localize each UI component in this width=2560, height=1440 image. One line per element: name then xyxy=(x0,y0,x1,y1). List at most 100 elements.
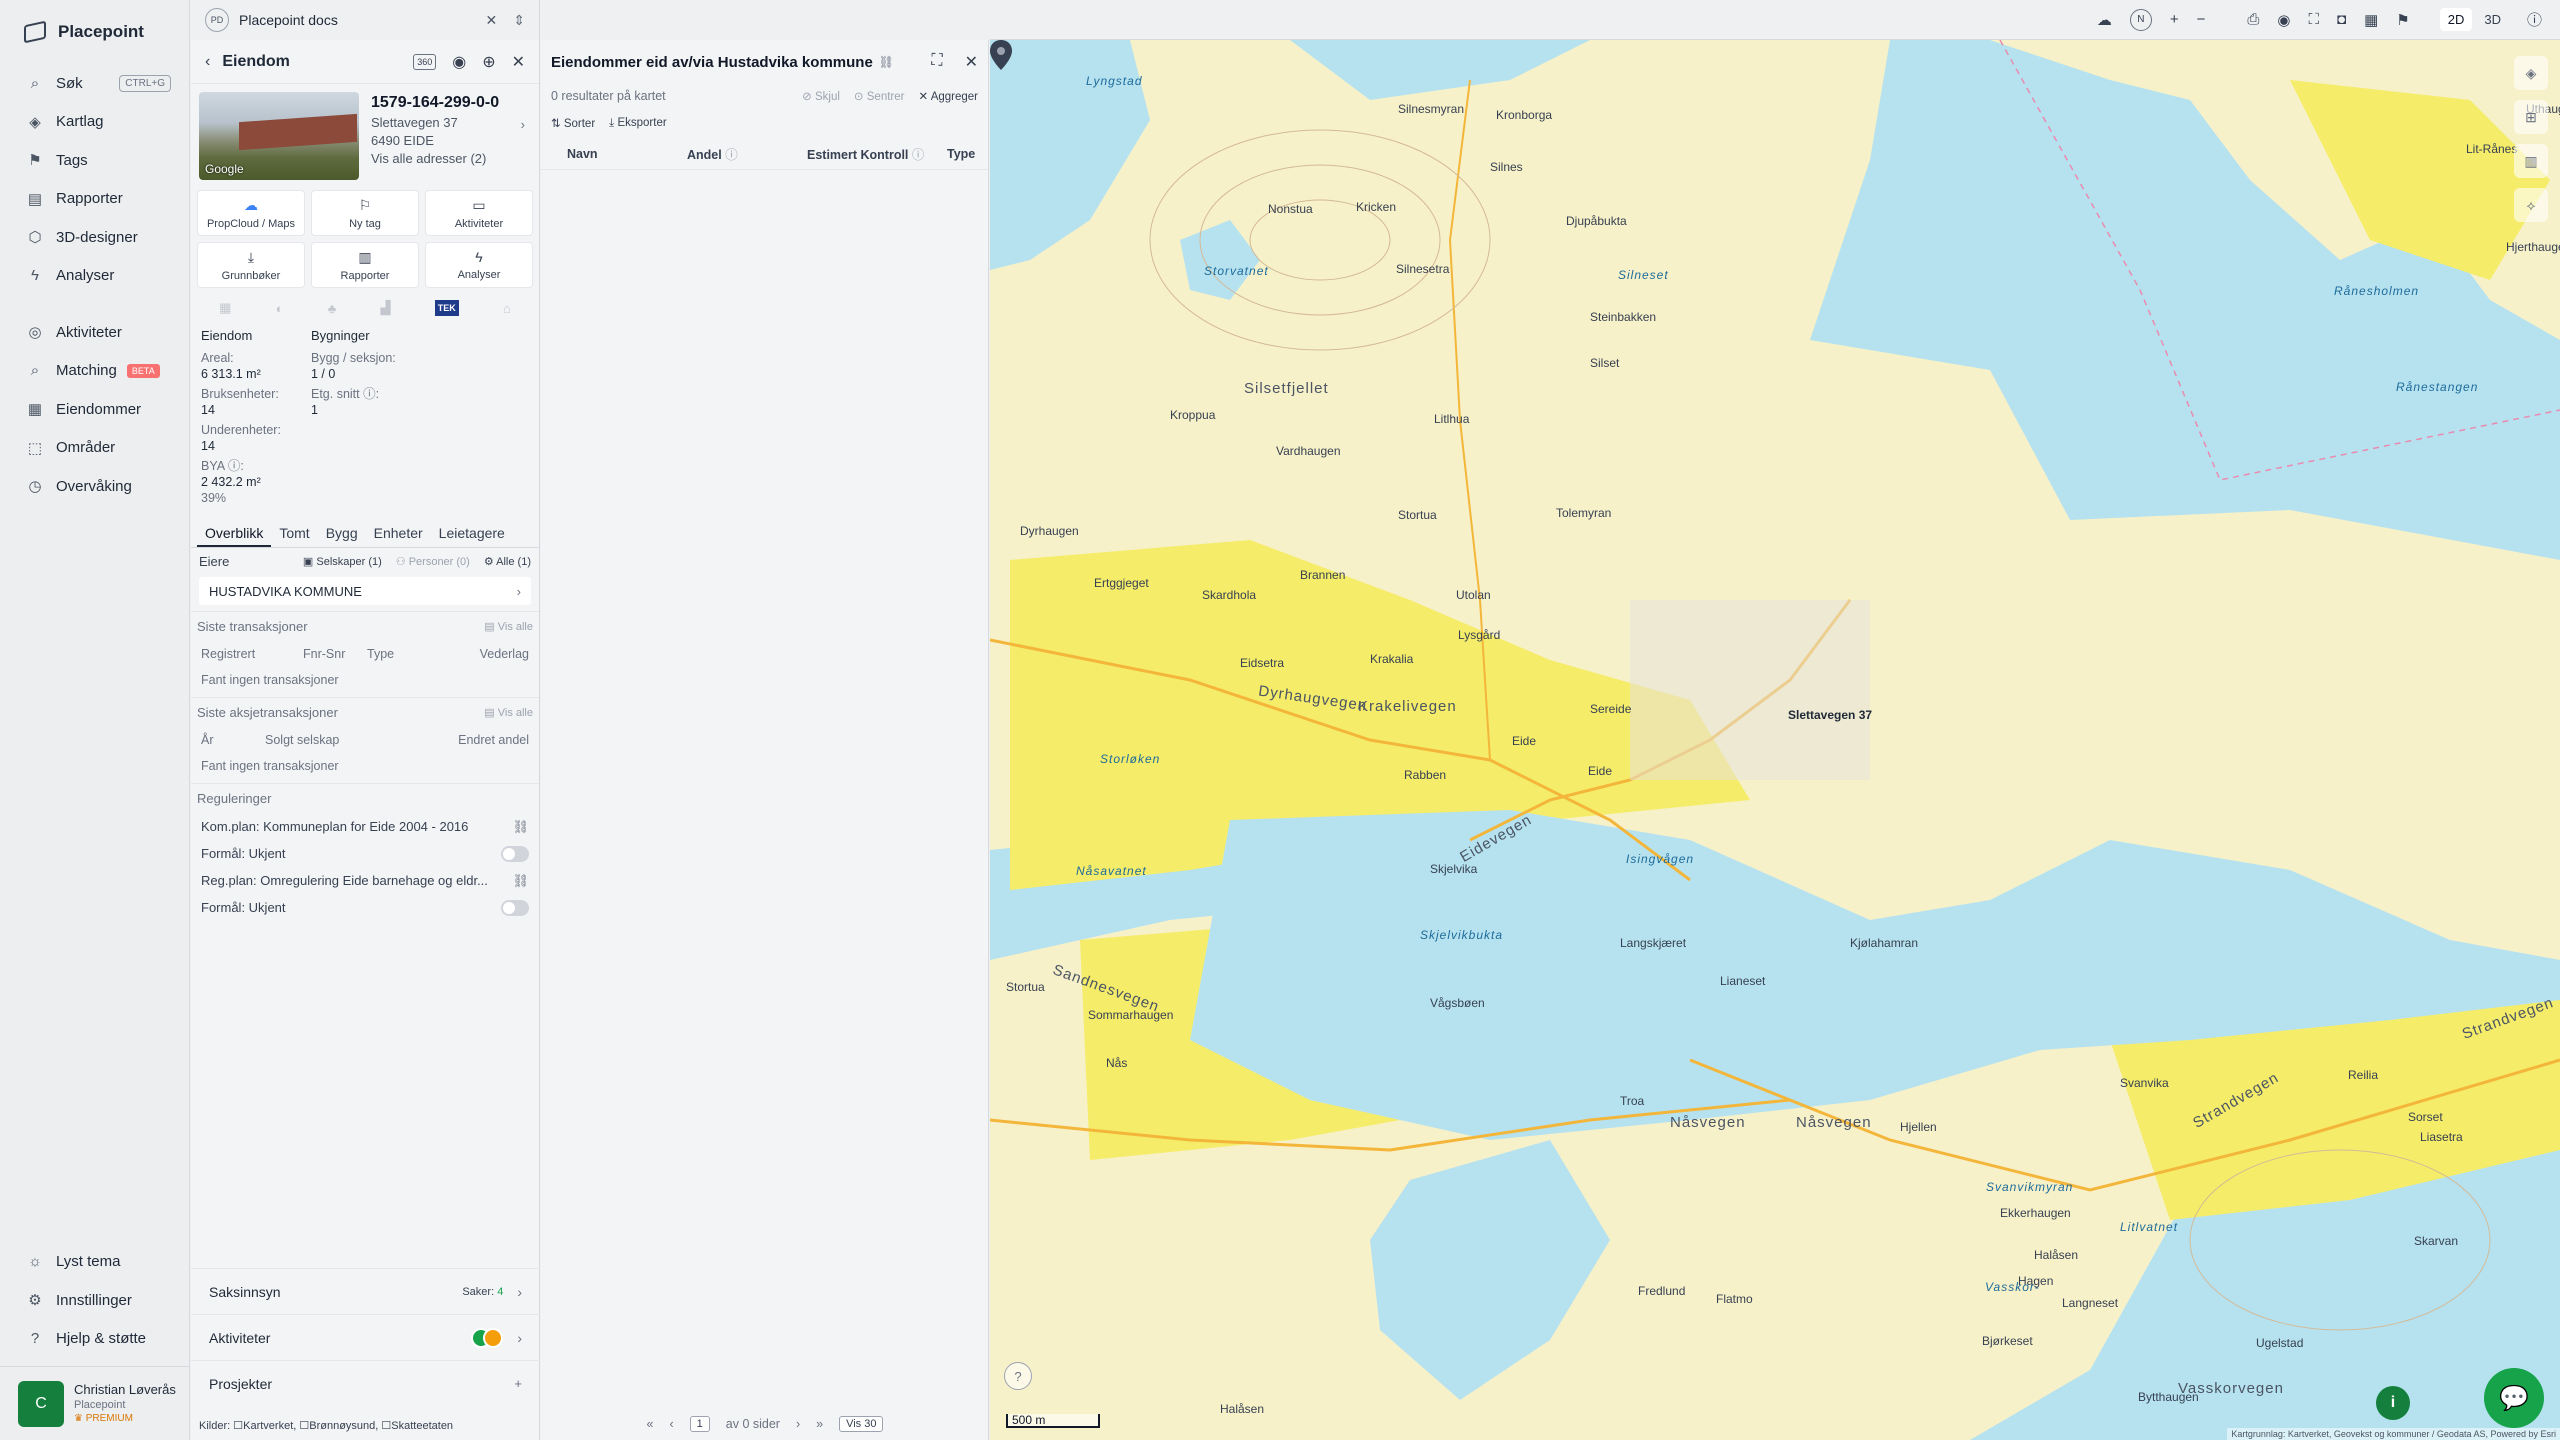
eye-icon[interactable]: ◉ xyxy=(2277,11,2290,29)
regulation-item[interactable]: Kom.plan: Kommuneplan for Eide 2004 - 20… xyxy=(191,813,539,840)
tab-overblikk[interactable]: Overblikk xyxy=(197,520,272,547)
user-card[interactable]: C Christian Løverås Placepoint ♛ PREMIUM xyxy=(0,1366,190,1440)
show-all-stock-tx[interactable]: ▤ Vis alle xyxy=(484,706,533,719)
camera-icon[interactable]: ◘ xyxy=(2337,11,2346,28)
companies-filter[interactable]: ▣ Selskaper (1) xyxy=(303,555,382,568)
all-filter[interactable]: ⚙ Alle (1) xyxy=(484,555,531,568)
close-icon[interactable]: ✕ xyxy=(486,12,498,29)
accordion-saksinnsyn[interactable]: Saksinnsyn Saker: 4 › xyxy=(191,1268,540,1314)
nav-item-innstillinger[interactable]: ⚙ Innstillinger xyxy=(0,1281,190,1320)
toggle-switch[interactable] xyxy=(501,845,529,862)
grid-icon[interactable]: ▦ xyxy=(2364,11,2378,29)
nav-item-3d-designer[interactable]: ⬡ 3D-designer xyxy=(0,218,189,257)
source-link[interactable]: ☐Skatteetaten xyxy=(381,1420,453,1432)
owner-item[interactable]: HUSTADVIKA KOMMUNE › xyxy=(199,577,531,605)
nav-item-analyser[interactable]: ϟ Analyser xyxy=(0,257,189,296)
next-page-icon[interactable]: › xyxy=(796,1417,800,1431)
tile-propcloud-maps[interactable]: ☁ PropCloud / Maps xyxy=(197,190,305,236)
building-icon[interactable]: ▦ xyxy=(219,300,231,316)
chevron-right-icon[interactable]: › xyxy=(521,116,525,134)
col-control[interactable]: Estimert Kontroll ⓘ xyxy=(807,144,947,163)
chevron-updown-icon[interactable]: ⇕ xyxy=(513,12,525,29)
bookmark-icon[interactable]: ⚑ xyxy=(2396,11,2409,29)
close-icon[interactable]: ✕ xyxy=(512,52,525,72)
eye-icon[interactable]: ◉ xyxy=(452,52,466,72)
tek-icon[interactable]: TEK xyxy=(434,300,459,316)
street-view-photo[interactable]: Google xyxy=(199,92,359,180)
link-icon[interactable]: ⛓ xyxy=(512,873,529,889)
workspace-bar[interactable]: PD Placepoint docs ✕ ⇕ xyxy=(191,0,539,40)
center-button[interactable]: ⊙ Sentrer xyxy=(854,89,905,103)
location-pin-icon[interactable] xyxy=(990,40,1012,70)
tab-enheter[interactable]: Enheter xyxy=(366,520,431,547)
tile-ny-tag[interactable]: ⚐ Ny tag xyxy=(311,190,419,236)
nav-item-hjelp-støtte[interactable]: ? Hjelp & støtte xyxy=(0,1320,190,1359)
plus-icon[interactable]: + xyxy=(514,1376,522,1391)
fullscreen-icon[interactable]: ⛶ xyxy=(2309,11,2320,28)
regulation-item[interactable]: Reg.plan: Omregulering Eide barnehage og… xyxy=(191,867,539,894)
nav-item-matching[interactable]: ⌕ Matching BETA xyxy=(0,352,189,391)
tile-analyser[interactable]: ϟ Analyser xyxy=(425,242,533,288)
nav-item-eiendommer[interactable]: ▦ Eiendommer xyxy=(0,390,189,429)
bars-icon[interactable]: ▟ xyxy=(381,300,391,316)
chat-icon[interactable]: 💬 xyxy=(2484,1368,2544,1428)
chart-icon[interactable]: ▥ xyxy=(2514,144,2548,178)
map-canvas[interactable]: Lyngstad Kronborga Silnesmyran Silnes Dj… xyxy=(990,40,2560,1440)
per-page-select[interactable]: Vis 30 xyxy=(839,1416,884,1432)
mode-3d-button[interactable]: 3D xyxy=(2476,8,2509,31)
measure-icon[interactable]: ⟡ xyxy=(2514,188,2548,222)
badge-icon[interactable]: 360 xyxy=(413,53,437,70)
all-addresses-link[interactable]: Vis alle adresser (2) xyxy=(371,150,531,168)
nav-item-overvåking[interactable]: ◷ Overvåking xyxy=(0,467,189,506)
link-icon[interactable]: ⛓ xyxy=(879,55,894,69)
last-page-icon[interactable]: » xyxy=(816,1417,823,1431)
nav-item-lyst-tema[interactable]: ☼ Lyst tema xyxy=(0,1243,190,1282)
aggregate-button[interactable]: ✕ Aggreger xyxy=(918,89,978,103)
plant-icon[interactable]: ♣ xyxy=(328,301,337,316)
col-share[interactable]: Andel ⓘ xyxy=(687,144,807,163)
tab-bygg[interactable]: Bygg xyxy=(318,520,366,547)
sort-button[interactable]: ⇅ Sorter xyxy=(551,116,595,130)
tile-grunnb-ker[interactable]: ⤓ Grunnbøker xyxy=(197,242,305,288)
accordion-activities[interactable]: Aktiviteter › xyxy=(191,1314,540,1360)
brand[interactable]: Placepoint xyxy=(0,0,189,64)
cloud-layer-icon[interactable]: ☁ xyxy=(2097,11,2112,29)
nav-item-rapporter[interactable]: ▤ Rapporter xyxy=(0,180,189,219)
first-page-icon[interactable]: « xyxy=(647,1417,654,1431)
col-name[interactable]: Navn xyxy=(567,147,687,161)
page-input[interactable]: 1 xyxy=(689,1416,710,1432)
toggle-switch[interactable] xyxy=(501,899,529,916)
fullscreen-icon[interactable]: ⛶ xyxy=(931,52,942,72)
tab-tomt[interactable]: Tomt xyxy=(271,520,317,547)
export-button[interactable]: ⤓ Eksporter xyxy=(609,117,667,130)
zoom-out-icon[interactable]: − xyxy=(2197,11,2206,28)
nav-item-kartlag[interactable]: ◈ Kartlag xyxy=(0,103,189,142)
link-icon[interactable]: ⛓ xyxy=(512,819,529,835)
close-icon[interactable]: ✕ xyxy=(965,52,978,72)
col-type[interactable]: Type xyxy=(947,147,975,161)
home-icon[interactable]: ⌂ xyxy=(503,301,511,316)
add-icon[interactable]: ⊕ xyxy=(482,52,495,72)
hide-button[interactable]: ⊘ Skjul xyxy=(802,89,840,103)
north-icon[interactable]: N xyxy=(2129,8,2152,31)
nav-item-tags[interactable]: ⚑ Tags xyxy=(0,141,189,180)
help-icon[interactable]: ? xyxy=(1004,1362,1032,1390)
zoom-in-icon[interactable]: + xyxy=(2170,11,2179,28)
mode-2d-button[interactable]: 2D xyxy=(2439,8,2473,31)
ruler-icon[interactable]: ⊞ xyxy=(2514,100,2548,134)
print-icon[interactable]: ⎙ xyxy=(2247,11,2259,28)
tile-rapporter[interactable]: ▥ Rapporter xyxy=(311,242,419,288)
globe-icon[interactable]: ◐ xyxy=(276,301,284,316)
source-link[interactable]: ☐Brønnøysund, xyxy=(299,1420,378,1432)
show-all-transactions[interactable]: ▤ Vis alle xyxy=(484,620,533,633)
layers-icon[interactable]: ◈ xyxy=(2514,56,2548,90)
source-link[interactable]: ☐Kartverket, xyxy=(233,1420,296,1432)
info-icon[interactable]: i xyxy=(2376,1386,2410,1420)
persons-filter[interactable]: ⚇ Personer (0) xyxy=(396,555,470,568)
info-icon[interactable]: ⓘ xyxy=(2527,9,2542,30)
nav-item-områder[interactable]: ⬚ Områder xyxy=(0,429,189,468)
accordion-projects[interactable]: Prosjekter + xyxy=(191,1360,540,1406)
back-icon[interactable]: ‹ xyxy=(205,53,210,71)
prev-page-icon[interactable]: ‹ xyxy=(669,1417,673,1431)
tab-leietagere[interactable]: Leietagere xyxy=(431,520,513,547)
